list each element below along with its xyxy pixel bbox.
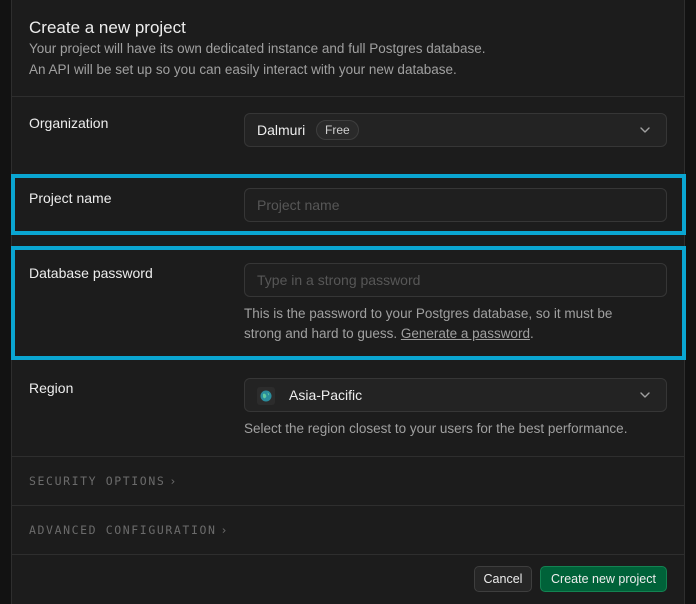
panel-header: Create a new project Your project will h… xyxy=(12,0,684,97)
project-name-highlight xyxy=(11,174,686,235)
security-options-label: SECURITY OPTIONS xyxy=(29,474,166,488)
plan-badge: Free xyxy=(316,120,359,140)
divider xyxy=(12,505,684,506)
page-title: Create a new project xyxy=(29,18,186,37)
create-project-button[interactable]: Create new project xyxy=(540,566,667,592)
page-description-line-1: Your project will have its own dedicated… xyxy=(29,41,486,56)
chevron-right-icon: › xyxy=(169,474,178,488)
advanced-configuration-label: ADVANCED CONFIGURATION xyxy=(29,523,217,537)
divider xyxy=(12,456,684,457)
chevron-right-icon: › xyxy=(220,523,230,537)
advanced-configuration-toggle[interactable]: ADVANCED CONFIGURATION › xyxy=(29,523,229,537)
region-help-text: Select the region closest to your users … xyxy=(244,421,628,436)
database-password-highlight xyxy=(11,246,686,360)
chevron-down-icon xyxy=(640,127,650,133)
organization-label: Organization xyxy=(29,115,109,131)
divider xyxy=(12,554,684,555)
organization-value: Dalmuri xyxy=(257,122,306,138)
organization-select[interactable]: Dalmuri Free xyxy=(244,113,667,147)
globe-icon xyxy=(257,387,275,405)
page-description-line-2: An API will be set up so you can easily … xyxy=(29,62,457,77)
cancel-button[interactable]: Cancel xyxy=(474,566,532,592)
region-value: Asia-Pacific xyxy=(289,387,363,403)
chevron-down-icon xyxy=(640,392,650,398)
region-label: Region xyxy=(29,380,74,396)
security-options-toggle[interactable]: SECURITY OPTIONS › xyxy=(29,474,178,488)
region-select[interactable]: Asia-Pacific xyxy=(244,378,667,412)
